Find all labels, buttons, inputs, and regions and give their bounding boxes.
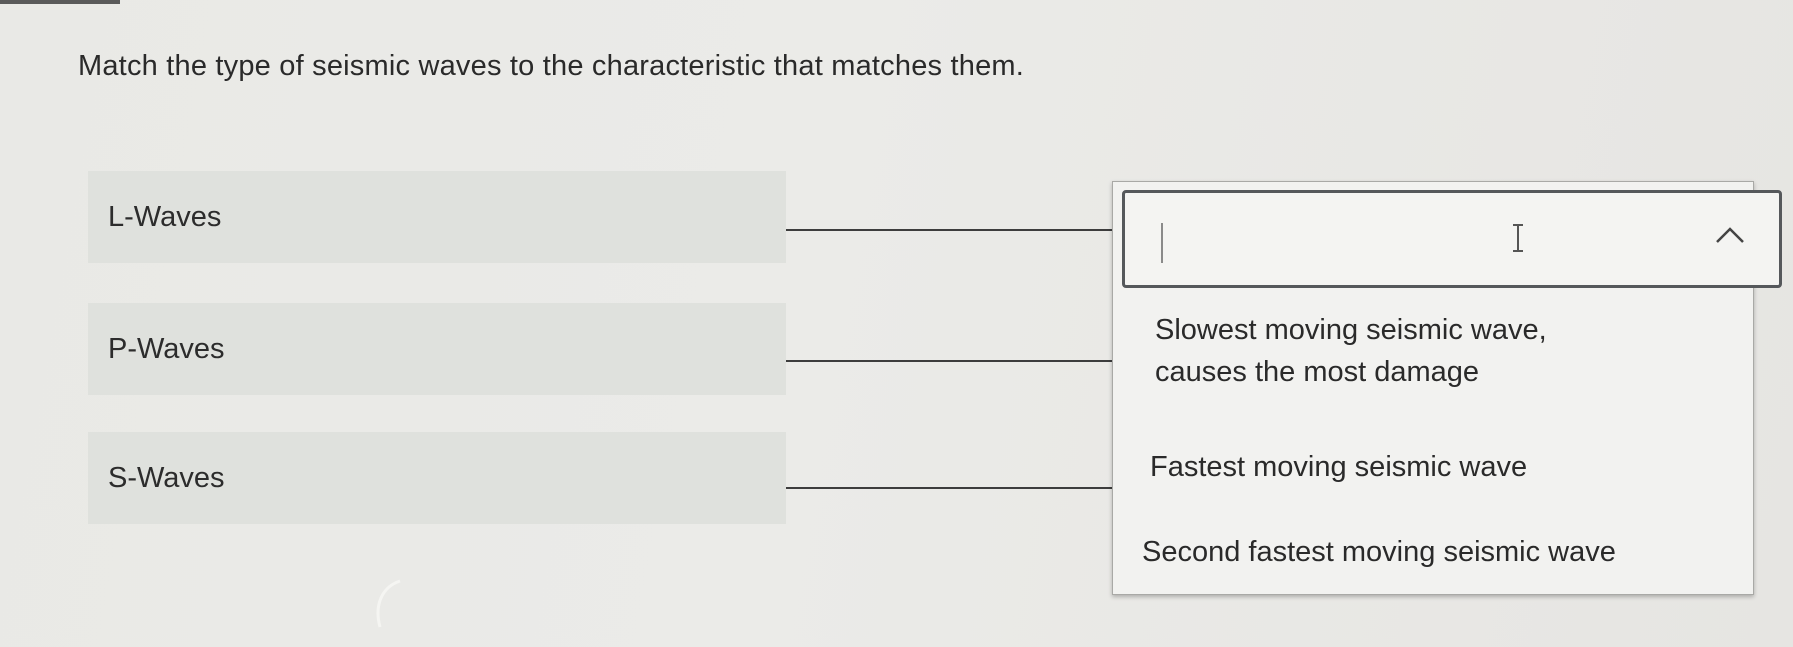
text-cursor-icon — [1513, 224, 1523, 252]
term-l-waves: L-Waves — [88, 171, 786, 263]
dropdown-option-second-fastest[interactable]: Second fastest moving seismic wave — [1142, 531, 1616, 573]
dropdown-option-slowest[interactable]: Slowest moving seismic wave, causes the … — [1155, 309, 1547, 393]
option-line: Second fastest moving seismic wave — [1142, 536, 1616, 568]
text-caret — [1161, 223, 1163, 263]
term-label: S-Waves — [108, 461, 225, 494]
term-p-waves: P-Waves — [88, 303, 786, 395]
option-line: causes the most damage — [1155, 356, 1480, 388]
term-label: L-Waves — [108, 200, 222, 233]
connector-line — [786, 360, 1112, 362]
dropdown-option-fastest[interactable]: Fastest moving seismic wave — [1150, 446, 1527, 488]
connector-line — [786, 229, 1122, 231]
connector-line — [786, 487, 1112, 489]
term-s-waves: S-Waves — [88, 432, 786, 524]
question-text: Match the type of seismic waves to the c… — [78, 50, 1025, 82]
term-label: P-Waves — [108, 332, 225, 365]
screen-smudge — [376, 579, 401, 628]
option-line: Slowest moving seismic wave, — [1155, 314, 1547, 346]
answer-dropdown[interactable] — [1122, 190, 1782, 288]
top-rule — [0, 0, 120, 4]
chevron-up-icon[interactable] — [1715, 225, 1745, 245]
option-line: Fastest moving seismic wave — [1150, 451, 1528, 483]
